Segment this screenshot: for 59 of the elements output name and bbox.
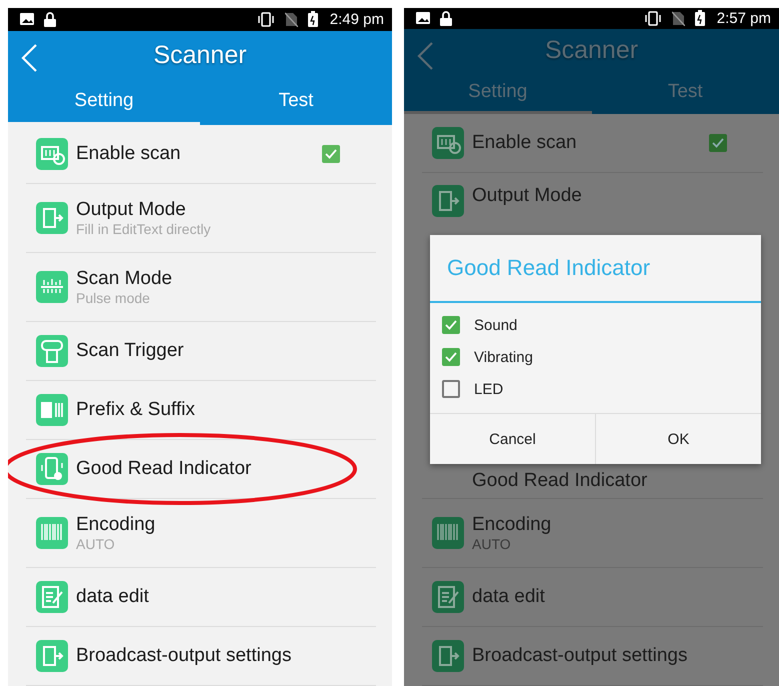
- setting-title[interactable]: Good Read Indicator: [472, 470, 763, 492]
- lock-icon: [44, 12, 56, 27]
- status-time: 2:57 pm: [716, 10, 771, 27]
- setting-title[interactable]: data edit: [76, 586, 376, 608]
- checkbox[interactable]: [442, 348, 460, 366]
- setting-title[interactable]: Output Mode: [472, 185, 763, 207]
- setting-title[interactable]: Encoding: [472, 514, 763, 536]
- settings-icon: [36, 202, 68, 234]
- settings-icon: [36, 138, 68, 170]
- settings-icon: [36, 271, 68, 303]
- battery-icon: [308, 11, 318, 28]
- screen-title: Scanner: [153, 40, 247, 70]
- setting-title[interactable]: Encoding: [76, 514, 376, 536]
- setting-title[interactable]: Enable scan: [76, 143, 314, 165]
- vibrate-icon: [644, 10, 662, 26]
- checkbox[interactable]: [709, 134, 727, 152]
- setting-value: Pulse mode: [76, 290, 151, 306]
- setting-value: AUTO: [472, 536, 512, 552]
- option-label: Sound: [474, 316, 518, 334]
- settings-icon: [36, 335, 68, 367]
- dialog-title: Good Read Indicator: [430, 235, 761, 303]
- setting-title[interactable]: data edit: [472, 586, 763, 608]
- settings-icon: [432, 185, 464, 217]
- back-icon[interactable]: [416, 40, 434, 71]
- tab[interactable]: Test: [200, 80, 392, 125]
- image-icon: [20, 13, 34, 26]
- settings-icon: [432, 127, 464, 159]
- settings-icon: [36, 581, 68, 613]
- vibrate-icon: [256, 12, 275, 27]
- checkbox[interactable]: [442, 380, 460, 398]
- checkbox[interactable]: [322, 145, 340, 163]
- option-label: LED: [474, 380, 504, 398]
- checkbox[interactable]: [442, 316, 460, 334]
- settings-icon: [432, 640, 464, 672]
- settings-icon: [36, 394, 68, 426]
- image-icon: [416, 12, 430, 24]
- no-sim-icon: [284, 12, 298, 27]
- setting-value: AUTO: [76, 536, 116, 552]
- settings-icon: [36, 453, 68, 485]
- dialog-button[interactable]: Cancel: [430, 414, 595, 464]
- setting-title[interactable]: Broadcast-output settings: [76, 645, 376, 667]
- setting-title[interactable]: Prefix & Suffix: [76, 399, 376, 421]
- settings-icon: [36, 640, 68, 672]
- setting-title[interactable]: Broadcast-output settings: [472, 645, 763, 667]
- setting-title[interactable]: Enable scan: [472, 132, 701, 154]
- setting-title[interactable]: Scan Trigger: [76, 340, 376, 362]
- settings-icon: [36, 517, 68, 549]
- dialog-button[interactable]: OK: [595, 414, 761, 464]
- screen-title: Scanner: [544, 36, 638, 66]
- settings-icon: [432, 581, 464, 613]
- no-sim-icon: [672, 10, 685, 26]
- setting-value: Fill in EditText directly: [76, 221, 212, 237]
- option-label: Vibrating: [474, 348, 533, 366]
- status-time: 2:49 pm: [330, 10, 384, 28]
- settings-icon: [432, 517, 464, 549]
- setting-title[interactable]: Scan Mode: [76, 268, 376, 290]
- setting-title[interactable]: Output Mode: [76, 199, 376, 221]
- lock-icon: [440, 10, 452, 26]
- setting-title[interactable]: Good Read Indicator: [76, 458, 376, 480]
